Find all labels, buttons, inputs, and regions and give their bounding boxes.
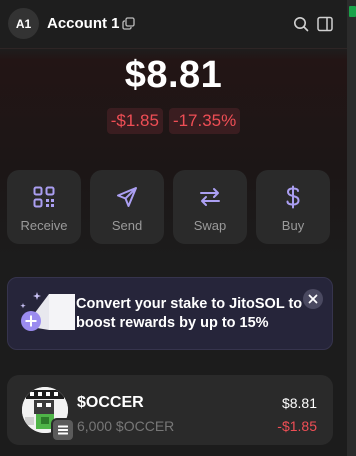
window-edge bbox=[347, 0, 356, 456]
sidebar-toggle-icon[interactable] bbox=[317, 16, 333, 32]
swap-label: Swap bbox=[193, 218, 227, 233]
solana-icon bbox=[58, 425, 68, 435]
copy-icon[interactable] bbox=[122, 17, 135, 30]
token-row[interactable]: $OCCER 6,000 $OCCER $8.81 -$1.85 bbox=[7, 375, 333, 445]
token-value: $8.81 bbox=[281, 395, 317, 411]
action-buttons: Receive Send Swap Buy bbox=[7, 170, 330, 244]
stake-plus-icon bbox=[20, 292, 75, 331]
change-usd-badge: -$1.85 bbox=[106, 108, 163, 134]
swap-icon bbox=[200, 188, 220, 206]
change-pct-badge: -17.35% bbox=[168, 108, 241, 134]
header-bar: A1 Account 1 bbox=[0, 0, 347, 49]
wallet-panel: A1 Account 1 $8.81 -$1.85 -17.35% Receiv… bbox=[0, 0, 347, 456]
send-label: Send bbox=[111, 218, 143, 233]
send-button[interactable]: Send bbox=[90, 170, 164, 244]
promo-text: Convert your stake to JitoSOL to boost r… bbox=[76, 296, 303, 331]
balance-change-row: -$1.85 -17.35% bbox=[0, 108, 347, 134]
token-name: $OCCER bbox=[77, 394, 144, 411]
chain-badge-icon bbox=[51, 418, 75, 442]
search-icon[interactable] bbox=[293, 16, 309, 32]
swap-button[interactable]: Swap bbox=[173, 170, 247, 244]
qr-code-icon bbox=[33, 186, 55, 208]
jitosol-promo-banner[interactable]: Convert your stake to JitoSOL to boost r… bbox=[7, 277, 333, 350]
buy-label: Buy bbox=[281, 218, 305, 233]
edge-indicator bbox=[349, 6, 356, 17]
token-change: -$1.85 bbox=[277, 418, 317, 434]
promo-close-button[interactable] bbox=[303, 289, 323, 309]
dollar-icon bbox=[286, 185, 300, 209]
account-name[interactable]: Account 1 bbox=[47, 15, 120, 32]
account-avatar[interactable]: A1 bbox=[8, 8, 39, 39]
total-balance: $8.81 bbox=[124, 54, 223, 96]
close-icon bbox=[308, 294, 318, 304]
token-amount: 6,000 $OCCER bbox=[77, 418, 175, 434]
receive-label: Receive bbox=[20, 218, 68, 233]
buy-button[interactable]: Buy bbox=[256, 170, 330, 244]
receive-button[interactable]: Receive bbox=[7, 170, 81, 244]
send-icon bbox=[117, 187, 137, 207]
